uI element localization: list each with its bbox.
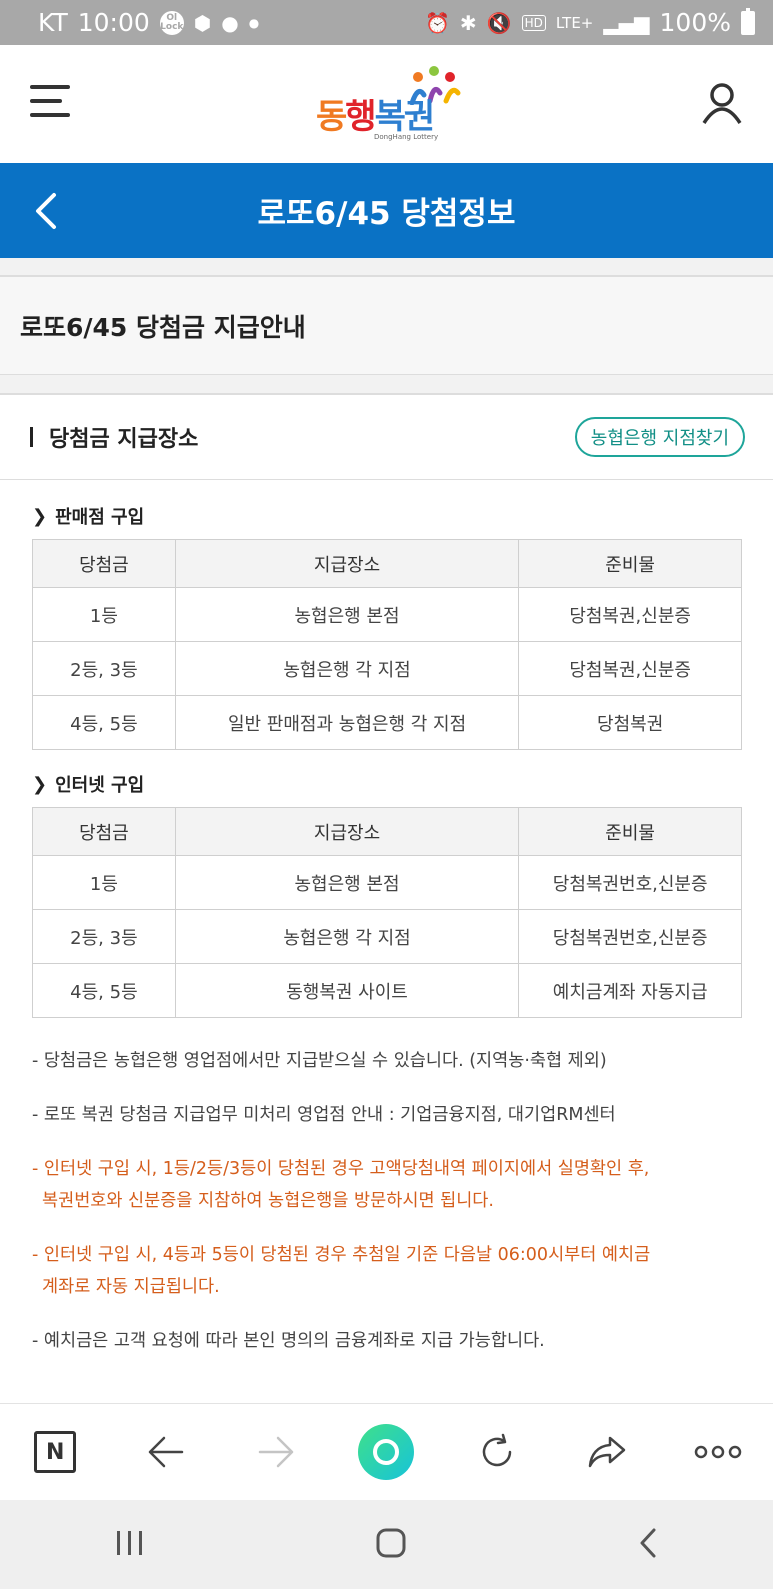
app-header: 동행복권 DongHang Lottery — [0, 45, 773, 163]
logo-subtitle: DongHang Lottery — [374, 133, 439, 141]
mute-icon: 🔇 — [486, 10, 512, 35]
status-bar: KT 10:00 Ol Lock ⬢ ● ● ⏰ ✱ 🔇 HD LTE+ ▂▄▆ … — [0, 0, 773, 45]
refresh-icon[interactable] — [467, 1422, 527, 1482]
naver-home-icon[interactable]: N — [25, 1422, 85, 1482]
table-cell: 2등, 3등 — [32, 909, 176, 964]
note-text: - 예치금은 고객 요청에 따라 본인 명의의 금융계좌로 지급 가능합니다. — [32, 1331, 545, 1351]
column-header: 당첨금 — [32, 807, 176, 856]
table-cell: 4등, 5등 — [32, 695, 176, 750]
donghang-logo[interactable]: 동행복권 DongHang Lottery — [316, 65, 461, 145]
alarm-icon: ⏰ — [425, 10, 450, 35]
note-text: - 로또 복권 당첨금 지급업무 미처리 영업점 안내 : 기업금융지점, 대기… — [32, 1105, 616, 1125]
table-cell: 농협은행 본점 — [174, 855, 520, 910]
internet-purchase-label: 인터넷 구입 — [55, 775, 145, 796]
share-icon[interactable] — [577, 1422, 637, 1482]
table-cell: 당첨복권 — [518, 695, 742, 750]
table-cell: 4등, 5등 — [32, 963, 176, 1018]
battery-icon — [741, 7, 755, 35]
table-cell: 1등 — [32, 587, 176, 642]
store-purchase-table: 당첨금 지급장소 준비물 1등 농협은행 본점 당첨복권,신분증 2등, 3등 … — [32, 539, 742, 750]
green-dot-icon[interactable] — [356, 1422, 416, 1482]
note-text-continued: 계좌로 자동 지급됩니다. — [42, 1277, 220, 1297]
table-row: 4등, 5등 동행복권 사이트 예치금계좌 자동지급 — [32, 963, 742, 1018]
table-row: 1등 농협은행 본점 당첨복권,신분증 — [32, 587, 742, 642]
browser-toolbar: N — [0, 1403, 773, 1500]
dot-icon: ● — [248, 15, 260, 30]
note-text-continued: 복권번호와 신분증을 지참하여 농협은행을 방문하시면 됩니다. — [42, 1191, 494, 1211]
section-header: 당첨금 지급장소 농협은행 지점찾기 — [0, 395, 773, 480]
table-header-row: 당첨금 지급장소 준비물 — [32, 539, 742, 588]
internet-purchase-table: 당첨금 지급장소 준비물 1등 농협은행 본점 당첨복권번호,신분증 2등, 3… — [32, 807, 742, 1018]
note-item: - 로또 복권 당첨금 지급업무 미처리 영업점 안내 : 기업금융지점, 대기… — [32, 1099, 752, 1131]
home-button-icon[interactable] — [375, 1527, 407, 1563]
section-bar — [30, 427, 33, 447]
table-cell: 예치금계좌 자동지급 — [518, 963, 742, 1018]
logo-text: 동행복권 — [316, 97, 435, 137]
table-cell: 농협은행 본점 — [174, 587, 520, 642]
chevron-right-icon: ❯ — [32, 505, 48, 527]
table-cell: 농협은행 각 지점 — [174, 909, 520, 964]
page-heading: 로또6/45 당첨정보 — [257, 196, 516, 232]
note-item: - 당첨금은 농협은행 영업점에서만 지급받으실 수 있습니다. (지역농·축협… — [32, 1045, 752, 1077]
table-row: 4등, 5등 일반 판매점과 농협은행 각 지점 당첨복권 — [32, 695, 742, 750]
network-label: LTE+ — [555, 13, 594, 32]
column-header: 준비물 — [518, 539, 742, 588]
table-cell: 당첨복권번호,신분증 — [518, 909, 742, 964]
battery-label: 100% — [659, 8, 731, 37]
page-title-card: 로또6/45 당첨금 지급안내 — [0, 275, 773, 375]
table-cell: 1등 — [32, 855, 176, 910]
title-bar: 로또6/45 당첨정보 — [0, 163, 773, 258]
page-title: 로또6/45 당첨금 지급안내 — [20, 312, 306, 342]
main-content: 당첨금 지급장소 농협은행 지점찾기 ❯ 판매점 구입 당첨금 지급장소 준비물… — [0, 393, 773, 1403]
system-back-icon[interactable] — [638, 1527, 658, 1563]
table-cell: 일반 판매점과 농협은행 각 지점 — [174, 695, 520, 750]
note-item: - 인터넷 구입 시, 4등과 5등이 당첨된 경우 추첨일 기준 다음날 06… — [32, 1239, 752, 1303]
user-icon[interactable] — [700, 81, 744, 125]
internet-purchase-heading: ❯ 인터넷 구입 — [32, 771, 144, 797]
column-header: 당첨금 — [32, 539, 176, 588]
store-purchase-label: 판매점 구입 — [55, 507, 145, 528]
column-header: 준비물 — [518, 807, 742, 856]
menu-icon[interactable] — [30, 85, 70, 121]
system-nav-bar — [0, 1500, 773, 1589]
table-cell: 당첨복권,신분증 — [518, 587, 742, 642]
section-title: 당첨금 지급장소 — [49, 427, 199, 452]
forward-arrow-icon[interactable] — [246, 1422, 306, 1482]
home-letter: N — [34, 1431, 77, 1473]
note-text: - 당첨금은 농협은행 영업점에서만 지급받으실 수 있습니다. (지역농·축협… — [32, 1051, 607, 1071]
shield-icon: ⬢ — [193, 10, 212, 35]
back-chevron-icon[interactable] — [32, 191, 62, 231]
table-row: 1등 농협은행 본점 당첨복권번호,신분증 — [32, 855, 742, 910]
notes-list: - 당첨금은 농협은행 영업점에서만 지급받으실 수 있습니다. (지역농·축협… — [32, 1045, 752, 1379]
note-text: - 인터넷 구입 시, 1등/2등/3등이 당첨된 경우 고액당첨내역 페이지에… — [32, 1159, 650, 1179]
back-arrow-icon[interactable] — [136, 1422, 196, 1482]
chevron-right-icon: ❯ — [32, 773, 48, 795]
recent-apps-icon[interactable] — [115, 1529, 145, 1561]
table-cell: 당첨복권번호,신분증 — [518, 855, 742, 910]
signal-icon: ▂▄▆ — [603, 10, 650, 35]
bluetooth-icon: ✱ — [459, 10, 477, 35]
clock-label: 10:00 — [77, 8, 150, 37]
find-branch-button[interactable]: 농협은행 지점찾기 — [574, 417, 745, 457]
table-cell: 당첨복권,신분증 — [518, 641, 742, 696]
carrier-label: KT — [38, 8, 68, 37]
column-header: 지급장소 — [174, 807, 520, 856]
table-cell: 동행복권 사이트 — [174, 963, 520, 1018]
hd-icon: HD — [521, 14, 546, 31]
table-cell: 농협은행 각 지점 — [174, 641, 520, 696]
column-header: 지급장소 — [174, 539, 520, 588]
table-row: 2등, 3등 농협은행 각 지점 당첨복권,신분증 — [32, 641, 742, 696]
table-cell: 2등, 3등 — [32, 641, 176, 696]
chat-icon: ● — [221, 10, 239, 35]
more-icon[interactable] — [688, 1422, 748, 1482]
note-item: - 인터넷 구입 시, 1등/2등/3등이 당첨된 경우 고액당첨내역 페이지에… — [32, 1153, 752, 1217]
note-item: - 예치금은 고객 요청에 따라 본인 명의의 금융계좌로 지급 가능합니다. — [32, 1325, 752, 1357]
store-purchase-heading: ❯ 판매점 구입 — [32, 503, 144, 529]
note-text: - 인터넷 구입 시, 4등과 5등이 당첨된 경우 추첨일 기준 다음날 06… — [32, 1245, 651, 1265]
table-row: 2등, 3등 농협은행 각 지점 당첨복권번호,신분증 — [32, 909, 742, 964]
table-header-row: 당첨금 지급장소 준비물 — [32, 807, 742, 856]
oklock-icon: Ol Lock — [159, 10, 184, 35]
